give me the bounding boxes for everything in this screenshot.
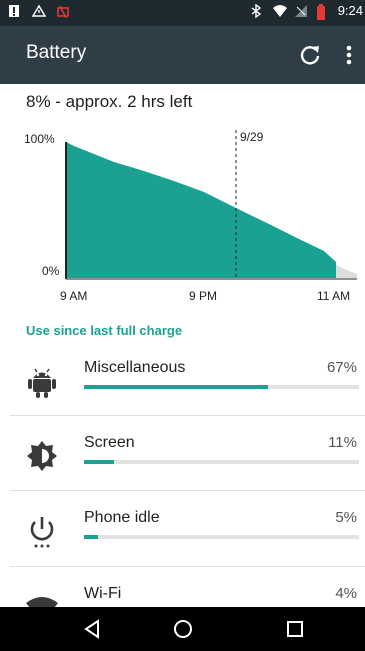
divider [10, 566, 365, 567]
usage-item-label: Screen [84, 434, 135, 451]
usage-item-label: Miscellaneous [84, 359, 186, 376]
usage-item-wifi[interactable]: Wi-Fi 4% [0, 571, 365, 607]
refresh-icon[interactable] [297, 42, 323, 68]
brightness-icon [24, 438, 60, 474]
usage-item-screen[interactable]: Screen 11% [0, 420, 365, 494]
usage-progress-fill [84, 535, 98, 539]
divider [10, 415, 365, 416]
power-idle-icon [24, 513, 60, 549]
wifi-icon [272, 4, 287, 18]
notification-icon [8, 4, 22, 18]
usage-progress-track [84, 385, 359, 389]
wifi-icon [24, 589, 60, 607]
warning-icon [31, 4, 47, 18]
no-signal-icon [294, 4, 308, 18]
usage-item-miscellaneous[interactable]: Miscellaneous 67% [0, 345, 365, 419]
battery-history-chart[interactable]: 100% 0% 9/29 9 AM 9 PM 11 AM [14, 124, 360, 306]
navigation-bar [0, 607, 365, 651]
x-axis-label-1: 9 PM [189, 289, 218, 303]
x-axis-label-2: 11 AM [317, 289, 351, 303]
usage-item-percent: 4% [335, 585, 357, 602]
section-header: Use since last full charge [26, 323, 183, 338]
usage-item-phone-idle[interactable]: Phone idle 5% [0, 495, 365, 569]
home-icon[interactable] [172, 618, 194, 640]
app-toolbar: Battery [0, 26, 365, 84]
battery-alert-icon [56, 4, 70, 19]
battery-summary: 8% - approx. 2 hrs left [26, 92, 193, 111]
more-vert-icon[interactable] [341, 42, 357, 68]
battery-low-icon [316, 3, 330, 20]
android-icon [24, 363, 60, 399]
usage-progress-fill [84, 460, 115, 464]
usage-progress-track [84, 535, 359, 539]
x-axis-label-0: 9 AM [60, 289, 88, 303]
status-bar: 9:24 [0, 0, 365, 26]
usage-item-percent: 67% [326, 359, 357, 376]
chart-area-series [66, 142, 336, 278]
usage-item-percent: 5% [335, 509, 357, 526]
date-marker-label: 9/29 [240, 130, 264, 144]
recents-icon[interactable] [284, 618, 306, 640]
y-axis-min-label: 0% [42, 264, 60, 278]
usage-progress-fill [84, 385, 269, 389]
usage-item-percent: 11% [328, 434, 357, 451]
page-title: Battery [26, 42, 87, 63]
y-axis-max-label: 100% [24, 132, 55, 146]
bluetooth-icon [250, 3, 264, 18]
divider [10, 490, 365, 491]
usage-progress-track [84, 460, 359, 464]
usage-item-label: Wi-Fi [84, 585, 122, 602]
back-icon[interactable] [82, 618, 104, 640]
clock: 9:24 [337, 3, 363, 18]
usage-item-label: Phone idle [84, 509, 160, 526]
